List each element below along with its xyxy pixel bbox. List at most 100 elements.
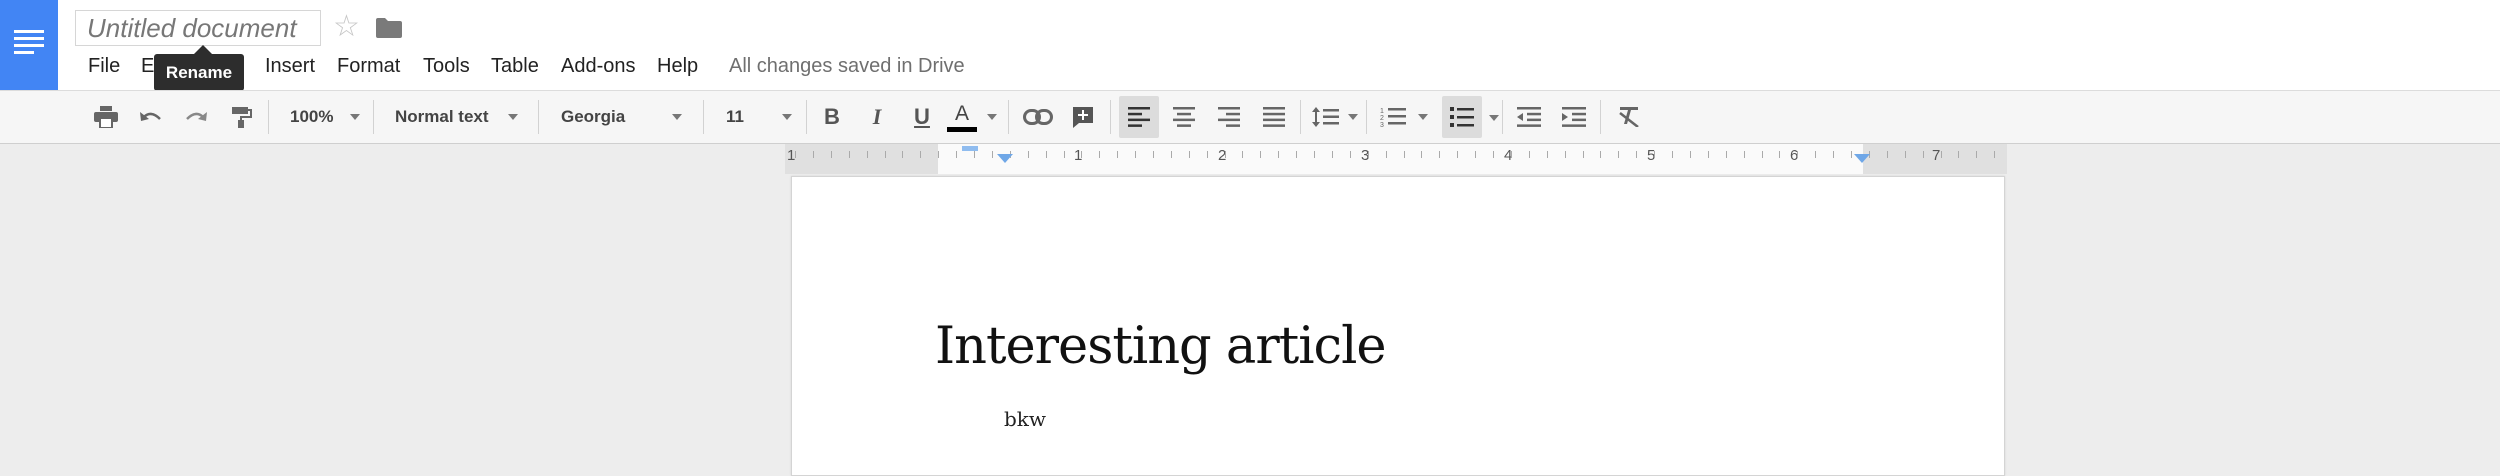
ruler-tick [1672,151,1673,158]
menu-insert[interactable]: Insert [265,52,315,80]
print-button[interactable] [89,96,123,138]
right-indent-marker[interactable] [1854,154,1870,163]
ruler-tick [813,151,814,158]
bulleted-list-button[interactable] [1442,96,1482,138]
ruler-tick [1296,151,1297,158]
ruler-tick [1636,151,1637,158]
toolbar-separator [373,100,374,134]
first-line-indent-marker[interactable] [962,146,978,151]
menu-file[interactable]: File [88,52,120,80]
ruler-tick [1976,151,1977,158]
toolbar-separator [1110,100,1111,134]
ruler-tick [1762,151,1763,158]
ruler: 11234567 [0,144,2500,174]
italic-icon: I [872,104,882,129]
toolbar-separator [538,100,539,134]
align-right-icon [1218,107,1240,127]
ruler-tick [1923,151,1924,158]
ruler-tick [1242,151,1243,158]
align-left-button[interactable] [1119,96,1159,138]
menu-addons[interactable]: Add-ons [561,52,636,80]
paragraph-style-select[interactable]: Normal text [395,96,530,138]
ruler-tick [1332,151,1333,158]
ruler-tick [885,151,886,158]
document-heading[interactable]: Interesting article [935,317,1387,376]
docs-home-button[interactable] [0,0,58,90]
document-page[interactable]: Interesting article bkw [791,176,2005,476]
document-title-input[interactable]: Untitled document [75,10,321,46]
ruler-tick [849,151,850,158]
add-comment-button[interactable] [1066,96,1100,138]
folder-icon[interactable] [376,18,402,38]
toolbar-separator [806,100,807,134]
svg-text:1: 1 [1380,108,1384,115]
ruler-tick [1815,151,1816,158]
align-center-button[interactable] [1164,96,1204,138]
clear-formatting-button[interactable] [1612,96,1646,138]
bold-button[interactable]: B [815,96,849,138]
italic-button[interactable]: I [860,96,894,138]
menu-table[interactable]: Table [491,52,539,80]
bulleted-list-chevron-down-icon[interactable] [1489,115,1499,121]
menu-edit[interactable]: E [141,52,154,80]
zoom-select[interactable]: 100% [290,96,370,138]
font-value: Georgia [561,107,626,126]
toolbar-separator [1300,100,1301,134]
decrease-indent-button[interactable] [1511,96,1547,138]
bulleted-list-icon [1450,107,1474,127]
insert-link-button[interactable] [1020,96,1056,138]
ruler-tick [795,151,796,158]
toolbar-separator [268,100,269,134]
star-icon[interactable]: ☆ [333,10,360,44]
ruler-tick [1439,151,1440,158]
line-spacing-icon [1312,107,1339,127]
menu-tools[interactable]: Tools [423,52,470,80]
underline-icon: U [914,104,930,129]
ruler-tick [1171,151,1172,158]
ruler-tick [1887,151,1888,158]
ruler-tick [1028,151,1029,158]
undo-button[interactable] [134,96,168,138]
chevron-down-icon [508,114,518,120]
document-body-text[interactable]: bkw [1004,407,1046,431]
ruler-tick [1905,151,1906,158]
chevron-down-icon [1348,114,1358,120]
ruler-tick [1475,151,1476,158]
numbered-list-button[interactable]: 123 [1374,96,1428,138]
ruler-tick [1260,151,1261,158]
ruler-tick [938,151,939,158]
ruler-tick [1207,151,1208,158]
ruler-tick [1493,151,1494,158]
toolbar-separator [1600,100,1601,134]
font-size-select[interactable]: 11 [726,96,798,138]
save-status: All changes saved in Drive [729,55,965,77]
align-center-icon [1173,107,1195,127]
menu-format[interactable]: Format [337,52,400,80]
paint-format-icon [232,107,252,128]
paint-format-button[interactable] [224,96,258,138]
font-select[interactable]: Georgia [561,96,687,138]
ruler-tick [867,151,868,158]
ruler-tick [1189,151,1190,158]
ruler-tick [1421,151,1422,158]
chevron-down-icon [1418,114,1428,120]
justify-button[interactable] [1254,96,1294,138]
ruler-tick [1046,151,1047,158]
ruler-tick [1099,151,1100,158]
ruler-tick [992,151,993,158]
ruler-tick [1386,151,1387,158]
rename-tooltip: Rename [154,45,244,91]
text-color-button[interactable]: A [947,96,997,138]
line-spacing-button[interactable] [1306,96,1358,138]
chevron-down-icon [987,114,997,120]
menu-help[interactable]: Help [657,52,698,80]
redo-button[interactable] [179,96,213,138]
left-indent-marker[interactable] [997,154,1013,163]
align-right-button[interactable] [1209,96,1249,138]
ruler-tick [956,151,957,158]
clear-formatting-icon [1619,107,1639,127]
underline-button[interactable]: U [905,96,939,138]
ruler-tick [1583,151,1584,158]
increase-indent-button[interactable] [1556,96,1592,138]
ruler-tick [1833,151,1834,158]
